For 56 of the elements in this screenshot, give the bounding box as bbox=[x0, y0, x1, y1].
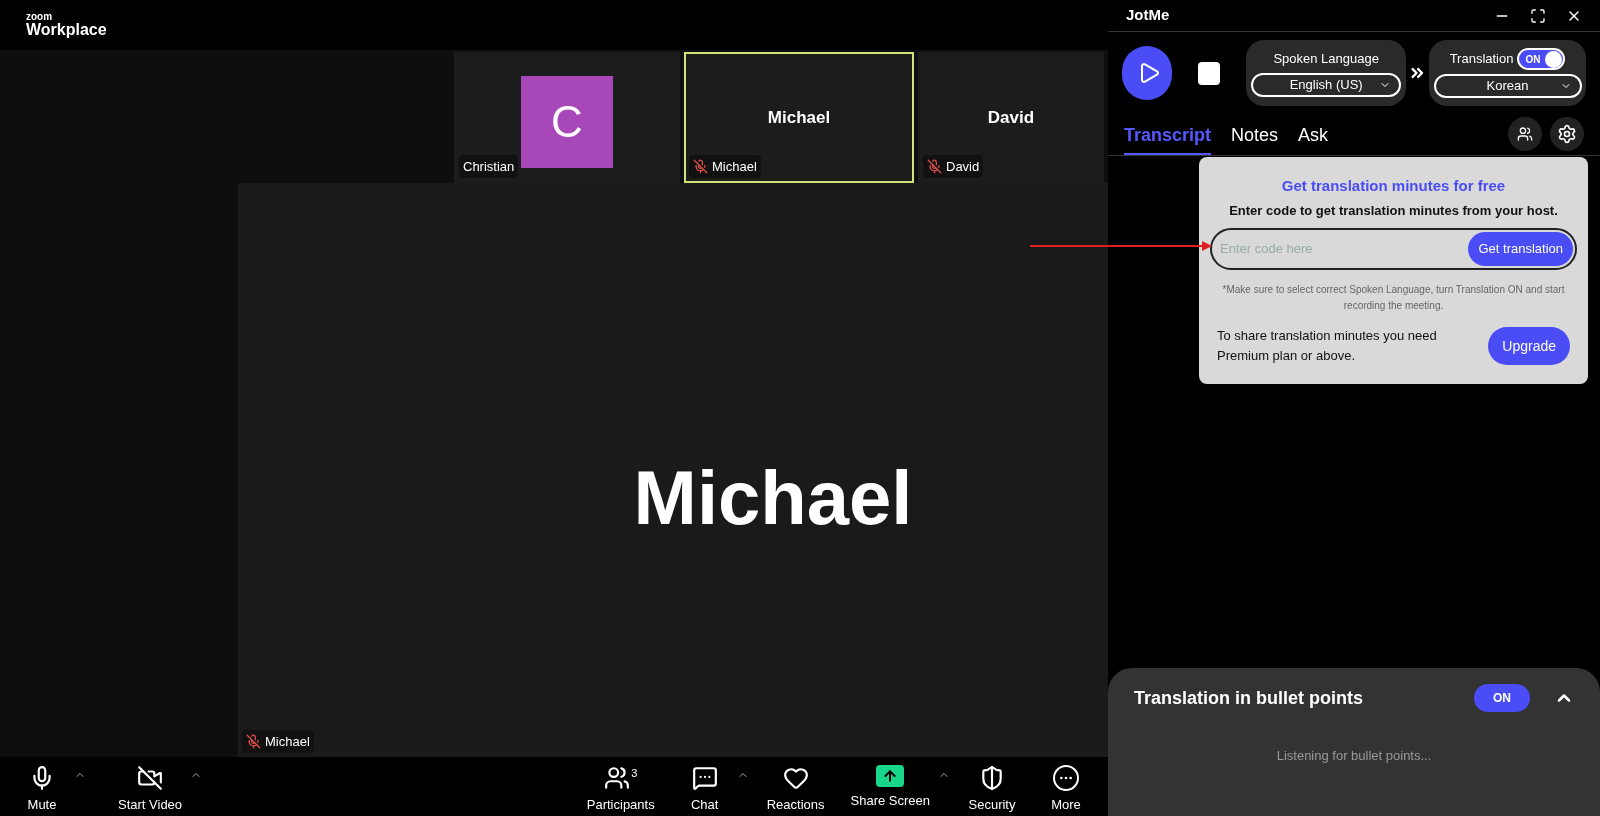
toggle-knob bbox=[1545, 50, 1563, 68]
toolbar-button[interactable]: Share Screen bbox=[842, 757, 938, 811]
toolbar-button[interactable]: Security bbox=[960, 757, 1024, 815]
toolbar-button[interactable]: Start Video bbox=[110, 757, 191, 815]
speaker-name: Michael bbox=[633, 454, 913, 542]
share-screen-icon bbox=[876, 765, 905, 787]
app-title: JotMe bbox=[1126, 5, 1170, 26]
code-field[interactable]: Enter code here Get translation bbox=[1210, 228, 1577, 270]
chat-icon bbox=[691, 765, 718, 791]
toggle-label: ON bbox=[1525, 52, 1541, 67]
on-toggle[interactable]: ON bbox=[1474, 684, 1530, 712]
toolbar-button[interactable]: Reactions bbox=[758, 757, 833, 815]
participants-icon bbox=[604, 765, 631, 791]
participants-button[interactable] bbox=[1508, 117, 1542, 151]
language-dropdown[interactable]: English (US) bbox=[1251, 72, 1402, 97]
fullscreen-icon[interactable] bbox=[1530, 7, 1546, 24]
tab[interactable]: Transcript bbox=[1124, 122, 1212, 155]
people-icon bbox=[1517, 126, 1533, 142]
participant-name: Christian bbox=[463, 157, 515, 176]
language-dropdown[interactable]: Korean bbox=[1433, 74, 1582, 98]
more-icon bbox=[1053, 765, 1079, 791]
toggle-switch[interactable]: ON bbox=[1517, 48, 1566, 70]
participant-count: 3 bbox=[631, 766, 638, 781]
translation-label: Translation bbox=[1449, 50, 1514, 69]
note-text: *Make sure to select correct Spoken Language, turn Translation ON and start recording the meeting. bbox=[1221, 283, 1566, 313]
toolbar-button[interactable]: More bbox=[1034, 757, 1098, 815]
settings-icon bbox=[1557, 124, 1577, 144]
upgrade-text: To share translation minutes you need Premium plan or above. bbox=[1217, 327, 1438, 365]
settings-button[interactable] bbox=[1550, 117, 1584, 151]
participant-name: Michael bbox=[265, 732, 310, 751]
play-button[interactable] bbox=[1122, 46, 1173, 100]
participant-label: David bbox=[987, 106, 1035, 129]
stop-button[interactable] bbox=[1198, 61, 1220, 85]
video-tile[interactable]: Michael Michael bbox=[684, 52, 914, 183]
tab[interactable]: Notes bbox=[1231, 122, 1279, 155]
avatar: C bbox=[521, 75, 613, 168]
participant-label: Michael bbox=[767, 106, 831, 129]
popup-subtitle: Enter code to get translation minutes from your host. bbox=[1229, 201, 1558, 220]
panel-title: Translation in bullet points bbox=[1134, 686, 1363, 710]
heart-icon bbox=[782, 765, 809, 791]
get-translation-button[interactable]: Get translation bbox=[1468, 232, 1573, 266]
participant-name: Michael bbox=[712, 157, 757, 176]
video-tile[interactable]: David David bbox=[918, 52, 1104, 183]
zoom-logo: zoom Workplace bbox=[26, 12, 107, 38]
video-off-icon bbox=[137, 765, 164, 791]
toolbar-button[interactable]: Chat bbox=[672, 757, 737, 815]
spoken-language-label: Spoken Language bbox=[1273, 50, 1379, 69]
upgrade-button[interactable]: Upgrade bbox=[1488, 327, 1570, 365]
status-text: Listening for bullet points... bbox=[1275, 747, 1433, 765]
participant-name: David bbox=[946, 157, 980, 176]
toolbar-button[interactable]: 3 Participants bbox=[578, 757, 663, 815]
tab[interactable]: Ask bbox=[1298, 122, 1329, 155]
shield-icon bbox=[979, 765, 1005, 791]
popup-title: Get translation minutes for free bbox=[1281, 176, 1506, 196]
video-tile[interactable]: C Christian bbox=[454, 52, 680, 183]
toolbar-button[interactable]: Mute bbox=[10, 757, 74, 815]
